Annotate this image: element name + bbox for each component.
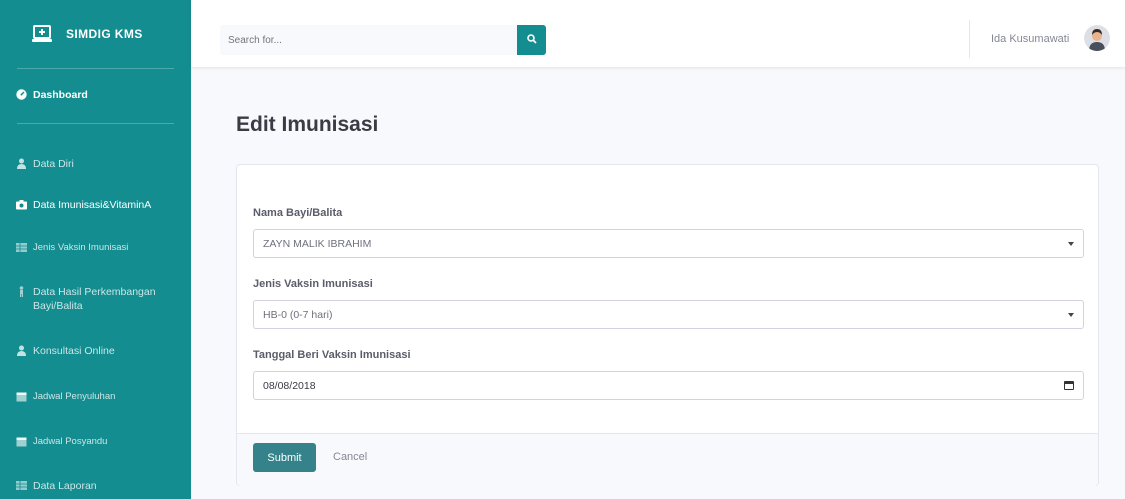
sidebar-item-konsultasi[interactable]: Konsultasi Online <box>0 344 191 358</box>
sidebar-item-data-imunisasi[interactable]: Data Imunisasi&VitaminA <box>0 198 191 212</box>
vaccine-date-input[interactable]: 08/08/2018 <box>253 371 1084 400</box>
form-body: Nama Bayi/Balita ZAYN MALIK IBRAHIM Jeni… <box>237 165 1098 433</box>
sidebar-divider <box>17 123 174 124</box>
sidebar-item-label: Jenis Vaksin Imunisasi <box>33 242 129 253</box>
sidebar-item-jadwal-posyandu[interactable]: Jadwal Posyandu <box>0 435 191 449</box>
sidebar-item-label: Jadwal Penyuluhan <box>33 391 116 402</box>
baby-name-label: Nama Bayi/Balita <box>253 207 343 219</box>
chevron-down-icon <box>1068 242 1074 246</box>
search-button[interactable] <box>517 25 546 55</box>
sidebar-item-label: Dashboard <box>33 89 88 101</box>
search-icon <box>526 31 537 49</box>
sidebar-item-jadwal-penyuluhan[interactable]: Jadwal Penyuluhan <box>0 390 191 404</box>
sidebar-item-label: Data Hasil Perkembangan Bayi/Balita <box>33 286 156 312</box>
sidebar: SIMDIG KMS Dashboard Data Diri Data Imun… <box>0 0 191 499</box>
tachometer-icon <box>16 89 27 100</box>
sidebar-item-data-hasil[interactable]: Data Hasil Perkembangan Bayi/Balita <box>0 285 191 313</box>
user-name[interactable]: Ida Kusumawati <box>991 33 1069 45</box>
sidebar-item-data-diri[interactable]: Data Diri <box>0 157 191 171</box>
page-title: Edit Imunisasi <box>236 113 379 136</box>
brand-name: SIMDIG KMS <box>66 27 143 41</box>
user-icon <box>16 345 27 356</box>
baby-name-select[interactable]: ZAYN MALIK IBRAHIM <box>253 229 1084 258</box>
vaccine-date-label: Tanggal Beri Vaksin Imunisasi <box>253 349 411 361</box>
sidebar-item-data-laporan[interactable]: Data Laporan <box>0 479 191 493</box>
sidebar-item-jenis-vaksin[interactable]: Jenis Vaksin Imunisasi <box>0 241 191 255</box>
sidebar-item-label: Data Diri <box>33 158 74 170</box>
calendar-icon[interactable] <box>1064 381 1074 390</box>
user-icon <box>16 158 27 169</box>
topbar: Ida Kusumawati <box>191 0 1125 67</box>
calendar-icon <box>16 436 27 447</box>
sidebar-item-label: Konsultasi Online <box>33 345 115 357</box>
table-icon <box>16 480 27 491</box>
vaccine-date-value: 08/08/2018 <box>263 379 316 392</box>
form-footer: Submit Cancel <box>237 433 1098 486</box>
sidebar-item-label: Jadwal Posyandu <box>33 436 108 447</box>
edit-form-card: Nama Bayi/Balita ZAYN MALIK IBRAHIM Jeni… <box>236 164 1099 486</box>
sidebar-divider <box>17 68 174 69</box>
cancel-link[interactable]: Cancel <box>333 451 367 463</box>
sidebar-item-dashboard[interactable]: Dashboard <box>0 88 191 102</box>
topbar-divider <box>969 20 970 58</box>
vaccine-type-select[interactable]: HB-0 (0-7 hari) <box>253 300 1084 329</box>
sidebar-item-label: Data Laporan <box>33 480 97 492</box>
sidebar-item-label: Data Imunisasi&VitaminA <box>33 199 152 211</box>
submit-button[interactable]: Submit <box>253 443 316 472</box>
camera-icon <box>16 199 27 210</box>
table-icon <box>16 242 27 253</box>
sidebar-brand[interactable]: SIMDIG KMS <box>0 0 191 68</box>
search-input[interactable] <box>220 25 517 55</box>
vaccine-type-value: HB-0 (0-7 hari) <box>263 308 333 321</box>
calendar-icon <box>16 391 27 402</box>
child-icon <box>16 286 27 297</box>
avatar[interactable] <box>1084 25 1110 51</box>
chevron-down-icon <box>1068 313 1074 317</box>
laptop-medical-icon <box>32 25 52 43</box>
vaccine-type-label: Jenis Vaksin Imunisasi <box>253 278 373 290</box>
baby-name-value: ZAYN MALIK IBRAHIM <box>263 237 372 250</box>
